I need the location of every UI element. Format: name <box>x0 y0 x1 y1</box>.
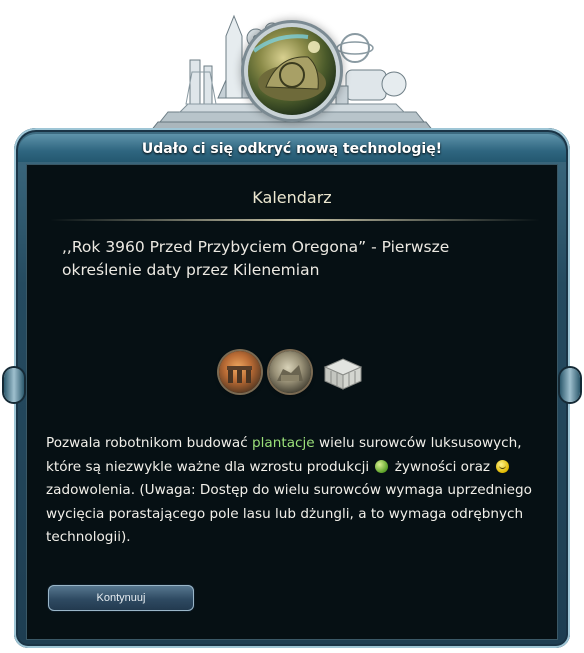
plantation-link[interactable]: plantacje <box>252 435 315 451</box>
right-frame-knob-icon <box>560 368 580 402</box>
dialog-title: Udało ci się odkryć nową technologię! <box>18 134 566 162</box>
tech-name: Kalendarz <box>252 188 332 207</box>
description-text-1: Pozwala robotnikom budować <box>46 435 253 451</box>
building-icon[interactable] <box>319 351 363 393</box>
ruins-icon[interactable] <box>269 351 311 393</box>
tech-quote: ,,Rok 3960 Przed Przybyciem Oregona” - P… <box>62 238 450 279</box>
heading-divider <box>50 219 540 221</box>
description-text-3: żywności oraz <box>390 458 495 475</box>
food-icon <box>375 459 389 473</box>
continue-button[interactable]: Kontynuuj <box>48 585 194 611</box>
left-frame-knob-icon <box>4 368 24 402</box>
stonehenge-icon[interactable] <box>219 351 261 393</box>
happiness-icon <box>496 459 510 473</box>
unlocks-row <box>219 351 363 395</box>
description-text-4: zadowolenia. (Uwaga: Dostęp do wielu sur… <box>46 482 532 545</box>
tech-description: Pozwala robotnikom budować plantacje wie… <box>46 432 546 550</box>
tech-portrait-icon <box>248 27 336 115</box>
technology-emblem <box>150 0 434 140</box>
